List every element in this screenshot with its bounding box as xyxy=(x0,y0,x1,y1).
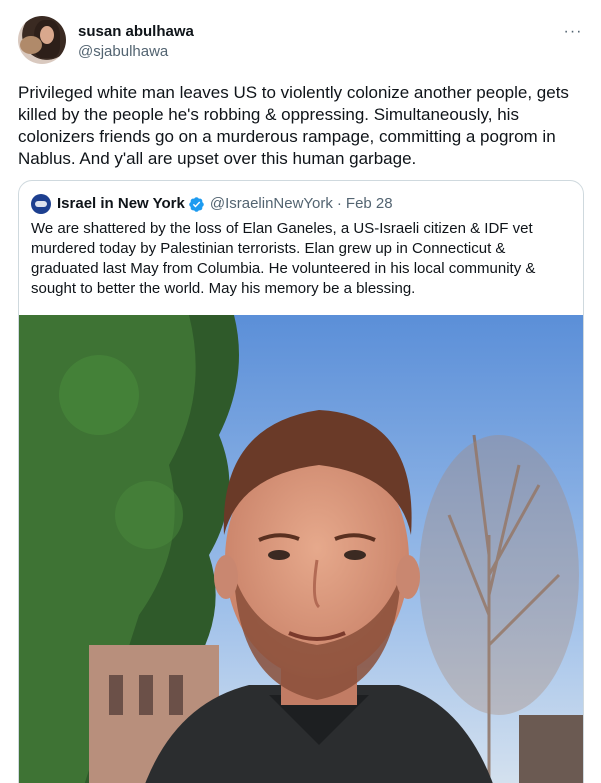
quoted-date[interactable]: Feb 28 xyxy=(346,194,393,214)
author-handle[interactable]: @sjabulhawa xyxy=(78,42,194,62)
quoted-tweet[interactable]: Israel in New York @IsraelinNewYork · Fe… xyxy=(18,180,584,783)
quoted-handle[interactable]: @IsraelinNewYork xyxy=(210,194,333,214)
quoted-tweet-header: Israel in New York @IsraelinNewYork · Fe… xyxy=(19,181,583,215)
author-names: susan abulhawa @sjabulhawa xyxy=(78,16,194,62)
quoted-text: We are shattered by the loss of Elan Gan… xyxy=(31,220,536,297)
quoted-photo[interactable] xyxy=(19,315,583,783)
tweet-card: susan abulhawa @sjabulhawa ··· Privilege… xyxy=(0,0,601,783)
author-avatar[interactable] xyxy=(18,16,66,64)
tweet-header: susan abulhawa @sjabulhawa ··· xyxy=(18,16,583,70)
more-options-icon[interactable]: ··· xyxy=(563,22,583,42)
author-display-name[interactable]: susan abulhawa xyxy=(78,22,194,42)
quoted-display-name[interactable]: Israel in New York xyxy=(57,194,185,214)
verified-badge-icon xyxy=(188,196,205,213)
portrait-photo xyxy=(19,315,583,783)
dot-separator: · xyxy=(336,195,342,212)
quoted-avatar[interactable] xyxy=(31,194,51,214)
tweet-text: Privileged white man leaves US to violen… xyxy=(18,83,569,168)
